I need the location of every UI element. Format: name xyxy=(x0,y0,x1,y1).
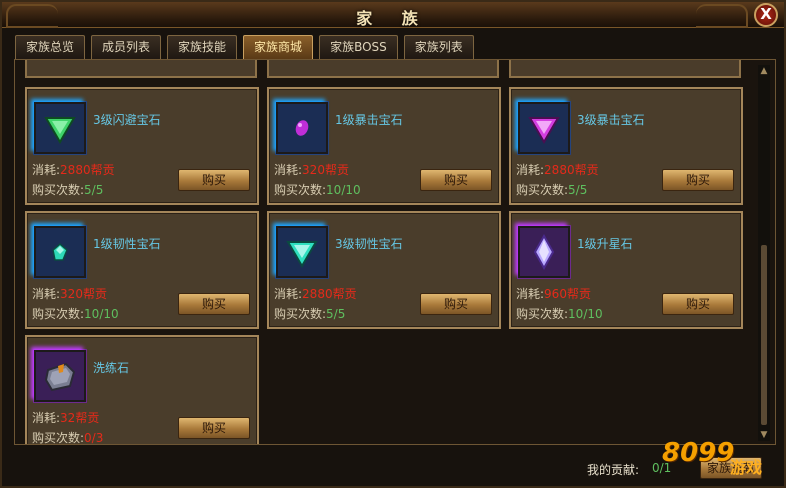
site-watermark-logo: 8099 游戏 xyxy=(662,438,780,486)
cost-label: 消耗: xyxy=(32,411,61,425)
count-value: 5/5 xyxy=(84,183,104,197)
shop-item-card: 1级韧性宝石 消耗:320帮贡 购买次数:10/10 购买 xyxy=(25,211,259,329)
count-value: 10/10 xyxy=(326,183,361,197)
buy-button[interactable]: 购买 xyxy=(662,169,734,191)
item-icon-frame[interactable] xyxy=(34,226,86,278)
item-name: 1级暴击宝石 xyxy=(335,113,403,127)
cost-label: 消耗: xyxy=(274,287,303,301)
tab-members[interactable]: 成员列表 xyxy=(91,35,162,59)
cost-label: 消耗: xyxy=(516,287,545,301)
item-count: 购买次数:5/5 xyxy=(32,181,103,198)
item-count: 购买次数:10/10 xyxy=(32,305,119,322)
item-cost: 消耗:32帮贡 xyxy=(32,409,99,426)
tab-shop[interactable]: 家族商城 xyxy=(243,35,314,59)
teal-gem-icon xyxy=(52,243,68,261)
cost-value: 2880帮贡 xyxy=(544,163,599,177)
item-icon-frame[interactable] xyxy=(34,350,86,402)
item-icon-frame[interactable] xyxy=(518,226,570,278)
count-label: 购买次数: xyxy=(32,183,85,197)
count-label: 购买次数: xyxy=(516,307,569,321)
scroll-up-arrow-icon[interactable]: ▲ xyxy=(758,65,770,77)
tab-family-list[interactable]: 家族列表 xyxy=(403,35,474,59)
scroll-thumb[interactable] xyxy=(761,245,767,425)
contribution-label: 我的贡献: xyxy=(587,463,640,477)
shop-item-card: 洗练石 消耗:32帮贡 购买次数:0/3 购买 xyxy=(25,335,259,445)
purple-triangle-gem-icon xyxy=(528,117,560,144)
shop-grid: 3级闪避宝石 消耗:2880帮贡 购买次数:5/5 购买 1级暴击宝石 消耗:3… xyxy=(14,59,776,445)
cost-label: 消耗: xyxy=(32,163,61,177)
count-label: 购买次数: xyxy=(32,431,85,445)
item-cost: 消耗:2880帮贡 xyxy=(32,161,115,178)
shop-item-card: 1级升星石 消耗:960帮贡 购买次数:10/10 购买 xyxy=(509,211,743,329)
buy-button[interactable]: 购买 xyxy=(420,293,492,315)
watermark-sub: 游戏 xyxy=(730,458,763,477)
teal-triangle-gem-icon xyxy=(286,241,318,268)
partial-card-top xyxy=(267,60,499,78)
item-icon-frame[interactable] xyxy=(276,226,328,278)
cost-value: 2880帮贡 xyxy=(302,287,357,301)
cost-value: 2880帮贡 xyxy=(60,163,115,177)
shop-item-card: 1级暴击宝石 消耗:320帮贡 购买次数:10/10 购买 xyxy=(267,87,501,205)
buy-button[interactable]: 购买 xyxy=(178,417,250,439)
tab-bar: 家族总览 成员列表 家族技能 家族商城 家族BOSS 家族列表 xyxy=(15,35,474,61)
purple-gem-icon xyxy=(295,120,309,136)
count-label: 购买次数: xyxy=(274,307,327,321)
shop-item-card: 3级韧性宝石 消耗:2880帮贡 购买次数:5/5 购买 xyxy=(267,211,501,329)
shop-item-card: 3级暴击宝石 消耗:2880帮贡 购买次数:5/5 购买 xyxy=(509,87,743,205)
item-name: 1级韧性宝石 xyxy=(93,237,161,251)
watermark-text: 8099 xyxy=(662,438,735,468)
close-button[interactable]: X xyxy=(754,3,778,27)
count-value: 10/10 xyxy=(84,307,119,321)
cost-label: 消耗: xyxy=(32,287,61,301)
item-cost: 消耗:320帮贡 xyxy=(274,161,349,178)
tab-overview[interactable]: 家族总览 xyxy=(15,35,86,59)
partial-card-top xyxy=(509,60,741,78)
item-icon-frame[interactable] xyxy=(276,102,328,154)
count-value: 5/5 xyxy=(568,183,588,197)
item-icon-frame[interactable] xyxy=(34,102,86,154)
item-count: 购买次数:10/10 xyxy=(274,181,361,198)
title-bar: 家 族 X xyxy=(2,2,784,28)
item-cost: 消耗:320帮贡 xyxy=(32,285,107,302)
item-name: 3级闪避宝石 xyxy=(93,113,161,127)
count-value: 0/3 xyxy=(84,431,104,445)
item-name: 1级升星石 xyxy=(577,237,633,251)
cost-value: 960帮贡 xyxy=(544,287,591,301)
cost-value: 32帮贡 xyxy=(60,411,100,425)
item-cost: 消耗:2880帮贡 xyxy=(516,161,599,178)
star-crystal-icon xyxy=(533,233,555,271)
item-name: 3级韧性宝石 xyxy=(335,237,403,251)
cost-label: 消耗: xyxy=(516,163,545,177)
count-label: 购买次数: xyxy=(274,183,327,197)
family-window: 家 族 X 家族总览 成员列表 家族技能 家族商城 家族BOSS 家族列表 3级… xyxy=(0,0,786,488)
item-count: 购买次数:5/5 xyxy=(516,181,587,198)
buy-button[interactable]: 购买 xyxy=(662,293,734,315)
count-value: 10/10 xyxy=(568,307,603,321)
partial-card-top xyxy=(25,60,257,78)
scrollbar[interactable]: ▲ ▼ xyxy=(758,65,770,441)
count-value: 5/5 xyxy=(326,307,346,321)
refining-stone-icon xyxy=(44,362,76,392)
item-name: 洗练石 xyxy=(93,361,130,375)
item-name: 3级暴击宝石 xyxy=(577,113,645,127)
item-icon-frame[interactable] xyxy=(518,102,570,154)
item-count: 购买次数:10/10 xyxy=(516,305,603,322)
buy-button[interactable]: 购买 xyxy=(178,169,250,191)
green-triangle-gem-icon xyxy=(44,117,76,144)
item-cost: 消耗:960帮贡 xyxy=(516,285,591,302)
item-count: 购买次数:5/5 xyxy=(274,305,345,322)
item-count: 购买次数:0/3 xyxy=(32,429,104,445)
count-label: 购买次数: xyxy=(516,183,569,197)
shop-item-card: 3级闪避宝石 消耗:2880帮贡 购买次数:5/5 购买 xyxy=(25,87,259,205)
buy-button[interactable]: 购买 xyxy=(178,293,250,315)
item-cost: 消耗:2880帮贡 xyxy=(274,285,357,302)
count-label: 购买次数: xyxy=(32,307,85,321)
tab-skills[interactable]: 家族技能 xyxy=(167,35,238,59)
window-title: 家 族 xyxy=(356,9,430,28)
cost-label: 消耗: xyxy=(274,163,303,177)
cost-value: 320帮贡 xyxy=(302,163,349,177)
cost-value: 320帮贡 xyxy=(60,287,107,301)
tab-boss[interactable]: 家族BOSS xyxy=(319,35,398,59)
buy-button[interactable]: 购买 xyxy=(420,169,492,191)
